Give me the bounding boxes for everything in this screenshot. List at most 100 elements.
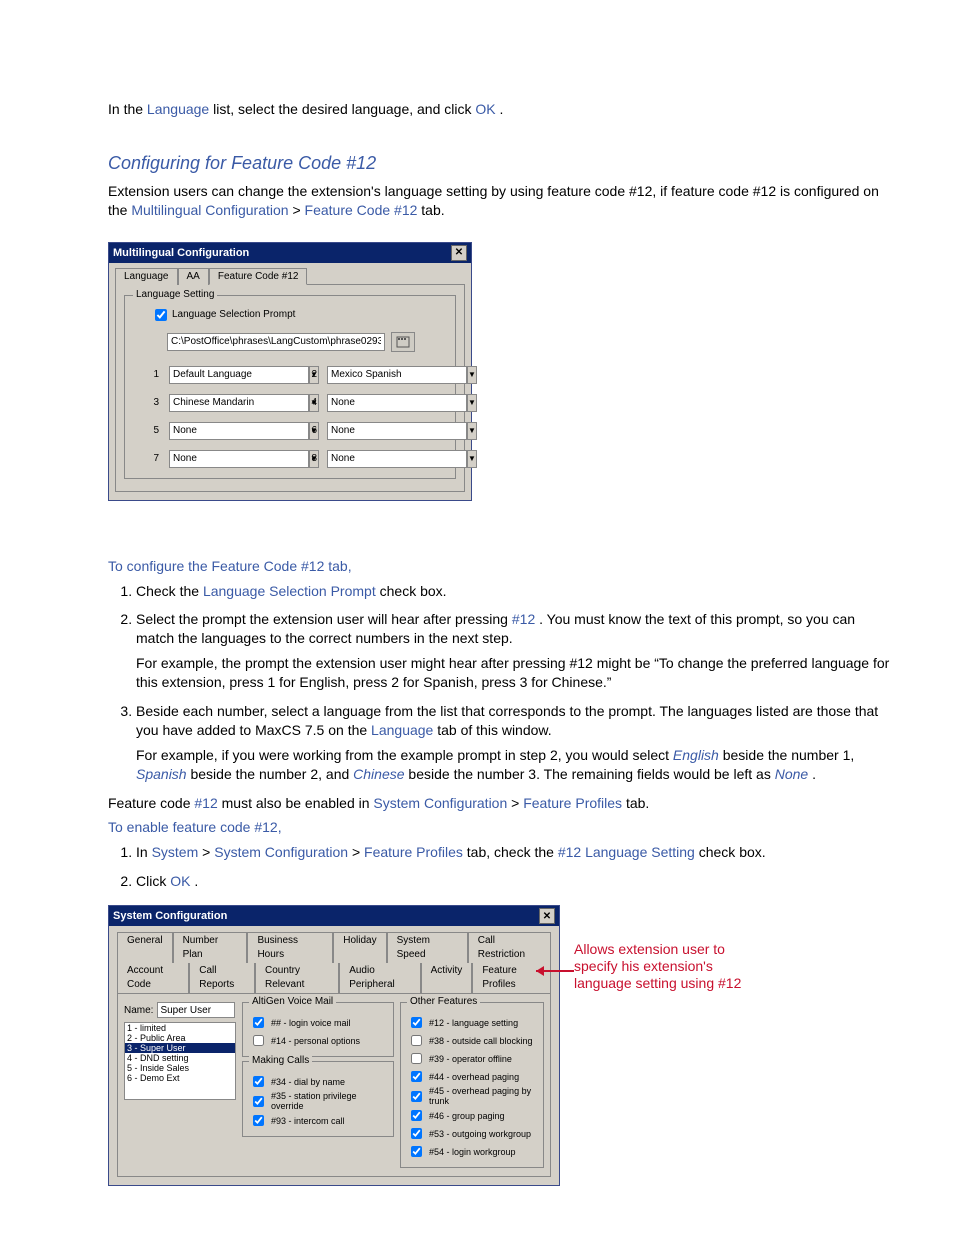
tab[interactable]: Call Reports — [189, 963, 255, 993]
dropdown-value[interactable] — [327, 366, 467, 384]
language-dropdown[interactable]: ▼ — [327, 394, 447, 412]
tab[interactable]: Activity — [421, 963, 473, 993]
feature-checkbox[interactable]: #93 - intercom call — [249, 1112, 387, 1129]
tab[interactable]: Account Code — [117, 963, 189, 993]
lang-setting-label: #12 Language Setting — [558, 844, 695, 860]
tab[interactable]: Country Relevant — [255, 963, 339, 993]
feature-checkbox[interactable]: #35 - station privilege override — [249, 1091, 387, 1111]
text: . — [194, 873, 198, 889]
checkbox-icon[interactable] — [411, 1017, 422, 1028]
browse-icon[interactable] — [391, 332, 415, 352]
tab-aa[interactable]: AA — [178, 268, 209, 285]
chevron-down-icon[interactable]: ▼ — [467, 366, 477, 384]
lang-slot-number: 5 — [141, 422, 159, 440]
checkbox-icon[interactable] — [253, 1035, 264, 1046]
checkbox-label: #39 - operator offline — [429, 1054, 512, 1064]
list-item[interactable]: 1 - limited — [125, 1023, 235, 1033]
lang-slot-number: 6 — [299, 422, 317, 440]
config-instruction-header: To configure the Feature Code #12 tab, — [108, 557, 892, 576]
dropdown-value[interactable] — [327, 394, 467, 412]
enable-step-1: In System > System Configuration > Featu… — [136, 843, 892, 862]
tab[interactable]: System Speed — [387, 932, 468, 963]
name-label: Name: — [124, 1005, 153, 1016]
dropdown-value[interactable] — [169, 394, 309, 412]
text: Select the prompt the extension user wil… — [136, 611, 512, 627]
feature-checkbox[interactable]: #12 - language setting — [407, 1014, 537, 1031]
language-dropdown[interactable]: ▼ — [327, 450, 447, 468]
dropdown-value[interactable] — [327, 450, 467, 468]
checkbox-icon[interactable] — [253, 1096, 264, 1107]
tab-language[interactable]: Language — [115, 268, 178, 285]
checkbox-icon[interactable] — [411, 1053, 422, 1064]
language-dropdown[interactable]: ▼ — [169, 450, 289, 468]
feature-checkbox[interactable]: #14 - personal options — [249, 1032, 387, 1049]
tab-feature-code-12[interactable]: Feature Code #12 — [209, 268, 308, 285]
checkbox-icon[interactable] — [411, 1110, 422, 1121]
dialog-title: System Configuration — [113, 910, 227, 922]
dropdown-value[interactable] — [169, 366, 309, 384]
checkbox-icon[interactable] — [411, 1035, 422, 1046]
checkbox-label: #44 - overhead paging — [429, 1072, 519, 1082]
tab[interactable]: Call Restriction — [468, 932, 551, 963]
lang-slot-number: 8 — [299, 450, 317, 468]
checkbox-icon[interactable] — [411, 1128, 422, 1139]
checkbox-icon[interactable] — [411, 1146, 422, 1157]
language-selection-prompt-checkbox[interactable]: Language Selection Prompt — [151, 306, 447, 324]
feature-checkbox[interactable]: ## - login voice mail — [249, 1014, 387, 1031]
text: beside the number 3. The remaining field… — [408, 766, 774, 782]
chevron-down-icon[interactable]: ▼ — [467, 394, 477, 412]
tab[interactable]: Holiday — [333, 932, 386, 963]
close-icon[interactable]: ✕ — [539, 908, 555, 924]
text: list, select the desired language, and c… — [213, 101, 475, 117]
language-dropdown[interactable]: ▼ — [169, 422, 289, 440]
tab[interactable]: General — [117, 932, 173, 963]
dropdown-value[interactable] — [169, 422, 309, 440]
profile-listbox[interactable]: 1 - limited2 - Public Area3 - Super User… — [124, 1022, 236, 1100]
language-grid: 1▼2▼3▼4▼5▼6▼7▼8▼ — [141, 366, 447, 468]
prompt-path-input[interactable] — [167, 333, 385, 351]
feature-checkbox[interactable]: #45 - overhead paging by trunk — [407, 1086, 537, 1106]
step-3-example: For example, if you were working from th… — [136, 746, 892, 784]
text: . — [500, 101, 504, 117]
checkbox-label: #14 - personal options — [271, 1036, 360, 1046]
language-dropdown[interactable]: ▼ — [169, 394, 289, 412]
arrow-icon — [534, 961, 574, 1021]
list-item[interactable]: 3 - Super User — [125, 1043, 235, 1053]
text: tab of this window. — [437, 722, 551, 738]
list-item[interactable]: 6 - Demo Ext — [125, 1073, 235, 1083]
feature-checkbox[interactable]: #46 - group paging — [407, 1107, 537, 1124]
chevron-down-icon[interactable]: ▼ — [467, 422, 477, 440]
feature-checkbox[interactable]: #38 - outside call blocking — [407, 1032, 537, 1049]
profile-name-input[interactable] — [157, 1002, 235, 1018]
chevron-down-icon[interactable]: ▼ — [467, 450, 477, 468]
list-item[interactable]: 4 - DND setting — [125, 1053, 235, 1063]
checkbox-icon[interactable] — [253, 1017, 264, 1028]
close-icon[interactable]: ✕ — [451, 245, 467, 261]
feature-checkbox[interactable]: #39 - operator offline — [407, 1050, 537, 1067]
tab[interactable]: Business Hours — [247, 932, 333, 963]
tab[interactable]: Number Plan — [173, 932, 248, 963]
dropdown-value[interactable] — [327, 422, 467, 440]
language-dropdown[interactable]: ▼ — [327, 422, 447, 440]
checkbox-icon[interactable] — [411, 1071, 422, 1082]
checkbox-icon[interactable] — [155, 309, 167, 321]
feature-checkbox[interactable]: #54 - login workgroup — [407, 1143, 537, 1160]
multilingual-config-label: Multilingual Configuration — [131, 202, 288, 218]
checkbox-label: #12 - language setting — [429, 1018, 518, 1028]
feature-checkbox[interactable]: #44 - overhead paging — [407, 1068, 537, 1085]
checkbox-icon[interactable] — [253, 1115, 264, 1126]
feature-checkbox[interactable]: #53 - outgoing workgroup — [407, 1125, 537, 1142]
tab[interactable]: Audio Peripheral — [339, 963, 420, 993]
checkbox-icon[interactable] — [253, 1076, 264, 1087]
language-dropdown[interactable]: ▼ — [169, 366, 289, 384]
text: > — [202, 844, 214, 860]
enable-steps: In System > System Configuration > Featu… — [108, 843, 892, 891]
language-dropdown[interactable]: ▼ — [327, 366, 447, 384]
dropdown-value[interactable] — [169, 450, 309, 468]
list-item[interactable]: 5 - Inside Sales — [125, 1063, 235, 1073]
checkbox-icon[interactable] — [411, 1091, 422, 1102]
system-configuration-dialog: System Configuration ✕ GeneralNumber Pla… — [108, 905, 560, 1186]
feature-checkbox[interactable]: #34 - dial by name — [249, 1073, 387, 1090]
text: In the — [108, 101, 147, 117]
list-item[interactable]: 2 - Public Area — [125, 1033, 235, 1043]
